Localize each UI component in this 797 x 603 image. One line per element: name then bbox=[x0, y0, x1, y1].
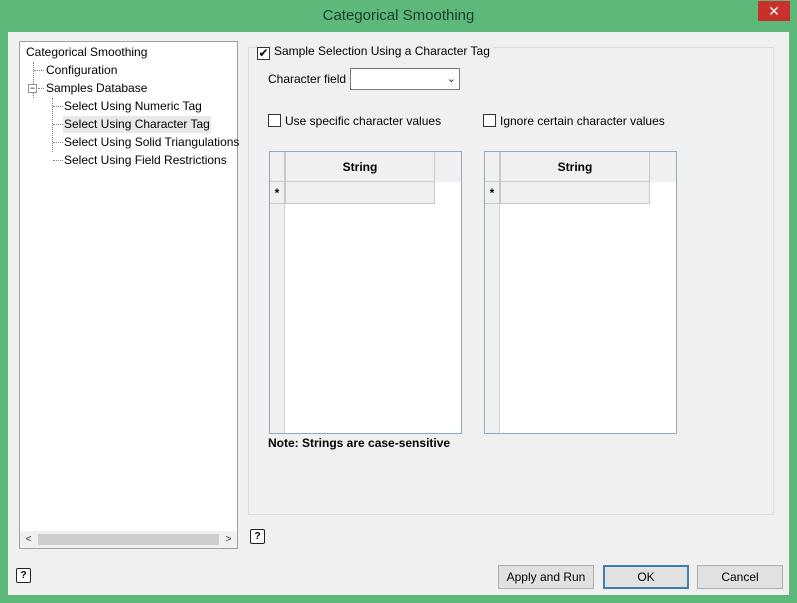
dialog-help-icon[interactable]: ? bbox=[16, 568, 31, 583]
tree-item-field-restrictions[interactable]: Select Using Field Restrictions bbox=[64, 152, 227, 169]
ignored-values-grid[interactable]: String * bbox=[484, 151, 677, 434]
dialog-client-area: Categorical Smoothing Configuration − Sa… bbox=[8, 32, 789, 595]
panel-help-icon[interactable]: ? bbox=[250, 529, 265, 544]
tree-connector bbox=[34, 70, 44, 71]
ok-button[interactable]: OK bbox=[603, 565, 689, 589]
scroll-right-icon[interactable]: > bbox=[220, 531, 237, 548]
ignore-certain-label: Ignore certain character values bbox=[500, 114, 665, 128]
grid-corner bbox=[270, 152, 285, 182]
character-field-dropdown[interactable]: ⌄ bbox=[350, 68, 460, 90]
tree-connector bbox=[53, 142, 63, 143]
specific-values-grid[interactable]: String * bbox=[269, 151, 462, 434]
new-row-asterisk-icon[interactable]: * bbox=[270, 182, 285, 204]
sample-selection-checkbox-row[interactable]: ✔ Sample Selection Using a Character Tag bbox=[257, 44, 494, 60]
close-button[interactable]: ✕ bbox=[758, 1, 790, 21]
tree-horizontal-scrollbar[interactable]: < > bbox=[20, 531, 237, 548]
tree-connector bbox=[38, 88, 44, 89]
use-specific-checkbox-row[interactable]: Use specific character values bbox=[268, 114, 441, 130]
grid-column-header-string[interactable]: String bbox=[500, 152, 650, 182]
tree-item-configuration[interactable]: Configuration bbox=[46, 62, 117, 79]
grid-new-row-cell[interactable] bbox=[285, 182, 435, 204]
use-specific-checkbox[interactable] bbox=[268, 114, 281, 127]
tree-connector bbox=[53, 160, 63, 161]
tree-item-character-tag[interactable]: Select Using Character Tag bbox=[63, 116, 211, 133]
chevron-down-icon: ⌄ bbox=[446, 73, 456, 85]
scroll-left-icon[interactable]: < bbox=[20, 531, 37, 548]
collapse-icon[interactable]: − bbox=[28, 84, 37, 93]
apply-and-run-button[interactable]: Apply and Run bbox=[498, 565, 594, 589]
new-row-asterisk-icon[interactable]: * bbox=[485, 182, 500, 204]
case-sensitivity-note: Note: Strings are case-sensitive bbox=[268, 436, 451, 450]
tree-item-numeric-tag[interactable]: Select Using Numeric Tag bbox=[64, 98, 202, 115]
sample-selection-checkbox[interactable]: ✔ bbox=[257, 47, 270, 60]
title-bar[interactable]: Categorical Smoothing ✕ bbox=[0, 0, 797, 32]
tree-item-samples-database[interactable]: Samples Database bbox=[46, 80, 147, 97]
cancel-button[interactable]: Cancel bbox=[697, 565, 783, 589]
ignore-certain-checkbox[interactable] bbox=[483, 114, 496, 127]
navigation-tree[interactable]: Categorical Smoothing Configuration − Sa… bbox=[19, 41, 239, 549]
grid-column-header-string[interactable]: String bbox=[285, 152, 435, 182]
ignore-certain-checkbox-row[interactable]: Ignore certain character values bbox=[483, 114, 665, 130]
scrollbar-thumb[interactable] bbox=[38, 534, 219, 545]
tree-connector bbox=[53, 106, 63, 107]
use-specific-label: Use specific character values bbox=[285, 114, 442, 128]
tree-item-root[interactable]: Categorical Smoothing bbox=[26, 44, 147, 61]
checkmark-icon: ✔ bbox=[258, 46, 269, 60]
dialog-window: Categorical Smoothing ✕ Categorical Smoo… bbox=[0, 0, 797, 603]
character-field-label: Character field bbox=[268, 72, 347, 86]
tree-connector bbox=[53, 124, 63, 125]
tree-item-solid-triangulations[interactable]: Select Using Solid Triangulations bbox=[64, 134, 239, 151]
grid-new-row-cell[interactable] bbox=[500, 182, 650, 204]
close-icon: ✕ bbox=[768, 3, 780, 19]
sample-selection-label: Sample Selection Using a Character Tag bbox=[274, 44, 490, 58]
window-title: Categorical Smoothing bbox=[322, 7, 475, 24]
grid-corner bbox=[485, 152, 500, 182]
